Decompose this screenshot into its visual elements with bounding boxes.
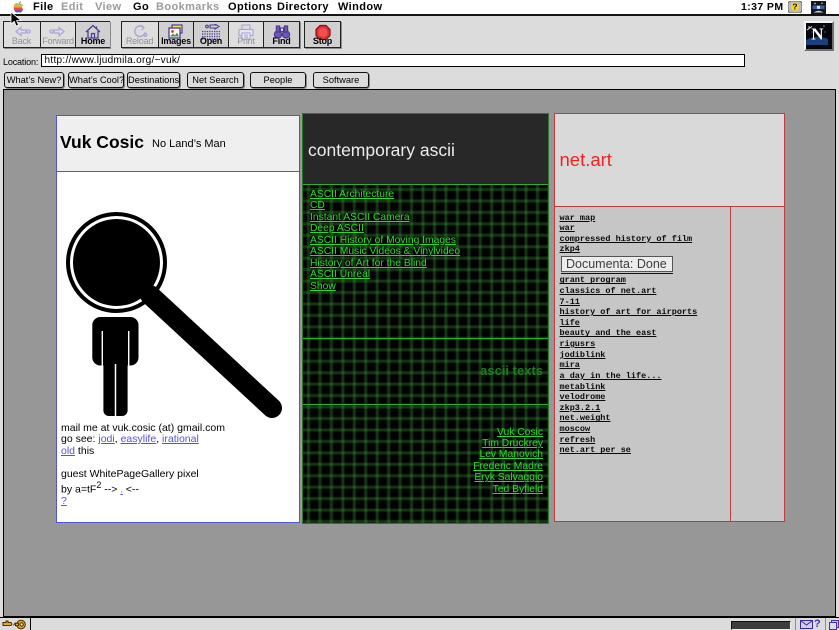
svg-text:N: N	[811, 25, 824, 44]
svg-text:?: ?	[792, 2, 797, 12]
